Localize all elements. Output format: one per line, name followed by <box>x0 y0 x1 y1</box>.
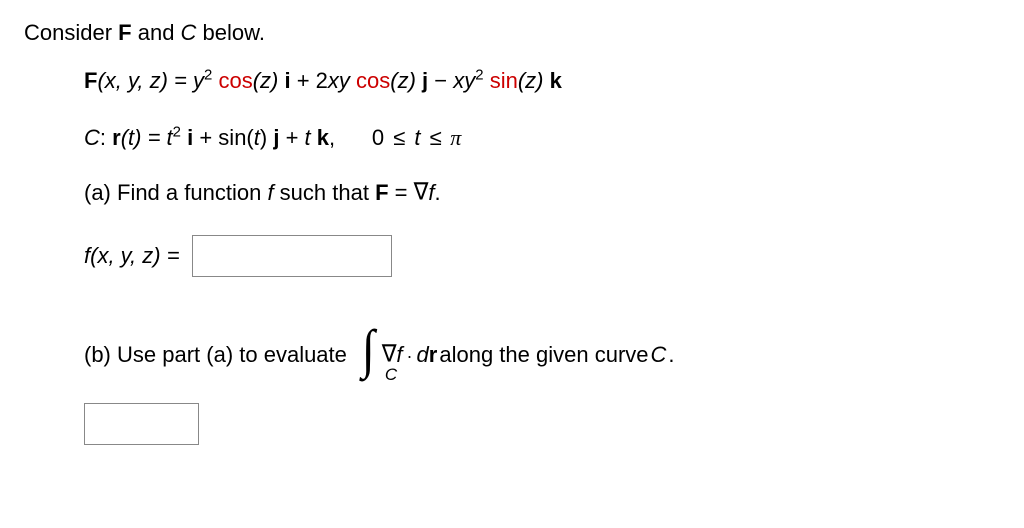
f-label: F <box>84 68 97 93</box>
pa-f: f <box>267 180 279 205</box>
integral-symbol: ∫ C <box>361 327 376 383</box>
pb-c: C <box>651 342 667 368</box>
c-args: (t) = <box>121 125 167 150</box>
pa-period: . <box>434 180 440 205</box>
integral-icon: ∫ <box>362 327 375 371</box>
int-f: f <box>396 342 402 367</box>
pb-period: . <box>668 342 674 368</box>
f-t2-cos: cos <box>356 68 390 93</box>
intro-text: Consider F and C below. <box>24 20 1000 46</box>
nabla-icon-2: ∇ <box>382 340 397 368</box>
part-a-answer-input[interactable] <box>192 235 392 277</box>
c-le2: ≤ <box>430 125 442 150</box>
f-t3-paren: (z) <box>518 68 550 93</box>
part-b-text: (b) Use part (a) to evaluate ∫ C ∇f·dr a… <box>84 327 1000 383</box>
f-t3-sin: sin <box>490 68 518 93</box>
f-t3-exp: 2 <box>475 67 483 84</box>
integrand: ∇f·dr <box>382 342 438 368</box>
pb-suffix: along the given curve <box>439 342 648 368</box>
c-t-exp: 2 <box>173 124 181 141</box>
f-t1-exp: 2 <box>204 67 212 84</box>
dot-icon: · <box>407 346 413 366</box>
intro-c-ital: C <box>181 20 197 45</box>
f-t3-vec: k <box>550 68 562 93</box>
c-r: r <box>112 125 121 150</box>
c-tvar: t <box>408 125 426 150</box>
f-t2-paren: (z) <box>390 68 422 93</box>
pa-eq: = <box>389 180 414 205</box>
intro-and: and <box>132 20 181 45</box>
c-definition: C: r(t) = t2 i + sin(t) j + t k, 0 ≤ t ≤… <box>84 121 1000 154</box>
f-plus1: + 2 <box>291 68 328 93</box>
c-plus1: + sin( <box>193 125 254 150</box>
pa-bf: F <box>375 180 388 205</box>
f-t1-cos: cos <box>218 68 252 93</box>
content-block: F(x, y, z) = y2 cos(z) i + 2xy cos(z) j … <box>84 64 1000 445</box>
int-sub: C <box>385 365 397 385</box>
f-t1-y: y <box>193 68 204 93</box>
pa-prefix: (a) Find a function <box>84 180 267 205</box>
c-label: C <box>84 125 100 150</box>
c-pi: π <box>445 125 462 150</box>
c-r0: 0 <box>372 125 390 150</box>
pb-prefix: (b) Use part (a) to evaluate <box>84 342 347 368</box>
pa-mid: such that <box>280 180 375 205</box>
f-t3-xy: xy <box>453 68 475 93</box>
c-comma: , <box>329 125 335 150</box>
part-b-answer-input[interactable] <box>84 403 199 445</box>
f-t1-paren: (z) <box>253 68 285 93</box>
f-t2-xy: xy <box>328 68 356 93</box>
c-plus2: + <box>279 125 304 150</box>
fxyz-args: (x, y, z) = <box>90 243 179 268</box>
nabla-icon: ∇ <box>414 174 429 210</box>
int-r: r <box>429 342 438 367</box>
f-args: (x, y, z) = <box>97 68 193 93</box>
c-close1: ) <box>260 125 273 150</box>
c-k: k <box>317 125 329 150</box>
intro-prefix: Consider <box>24 20 118 45</box>
c-le1: ≤ <box>393 125 405 150</box>
intro-suffix: below. <box>196 20 265 45</box>
c-colon: : <box>100 125 112 150</box>
f-minus: − <box>428 68 453 93</box>
part-a-text: (a) Find a function f such that F = ∇f. <box>84 176 1000 209</box>
c-t2: t <box>305 125 317 150</box>
intro-f-bold: F <box>118 20 131 45</box>
f-definition: F(x, y, z) = y2 cos(z) i + 2xy cos(z) j … <box>84 64 1000 97</box>
fxyz-label: f(x, y, z) = <box>84 243 180 269</box>
part-a-answer-row: f(x, y, z) = <box>84 235 1000 277</box>
int-d: d <box>417 342 429 367</box>
